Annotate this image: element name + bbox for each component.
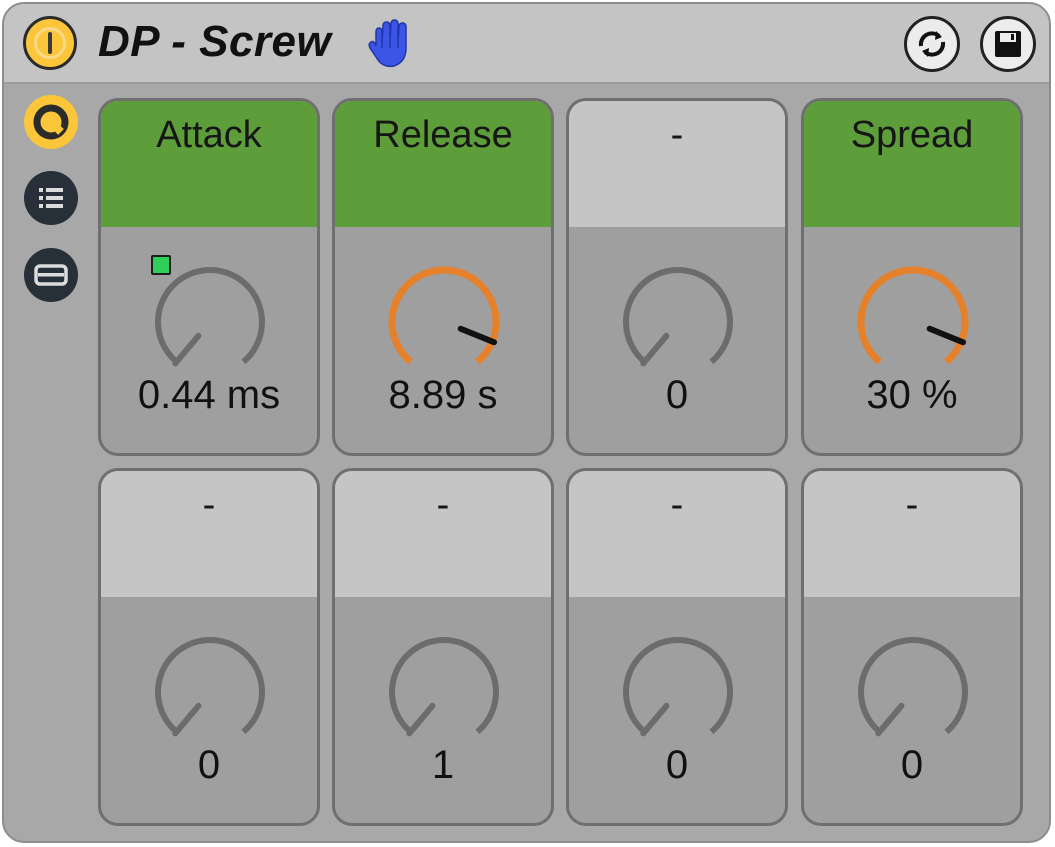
macro-cell: -0 — [801, 468, 1023, 826]
macro-header[interactable]: Spread — [804, 101, 1020, 227]
macro-label: - — [670, 114, 684, 156]
macro-knob[interactable] — [850, 259, 976, 385]
macro-value: 0.44 ms — [137, 373, 281, 417]
macro-knob[interactable] — [615, 259, 741, 385]
macro-cell: Release 8.89 s — [332, 98, 554, 456]
hand-icon[interactable] — [366, 18, 416, 70]
macro-cell: -0 — [98, 468, 320, 826]
panel-icon[interactable] — [23, 247, 79, 303]
macro-knob[interactable] — [615, 629, 741, 755]
macro-knob[interactable] — [147, 259, 273, 385]
knob-track — [623, 637, 733, 735]
knob-track — [858, 637, 968, 735]
macro-label: Release — [373, 114, 513, 156]
macro-label: Spread — [850, 114, 974, 156]
device-title-bar: DP - Screw — [4, 4, 1049, 84]
macro-cell: Attack 0.44 ms — [98, 98, 320, 456]
device-title[interactable]: DP - Screw — [98, 14, 331, 70]
knob-needle — [875, 702, 905, 737]
knob-needle — [172, 332, 202, 367]
refresh-icon[interactable] — [904, 16, 960, 72]
macro-cell: -1 — [332, 468, 554, 826]
list-icon[interactable] — [23, 170, 79, 226]
macro-label: - — [436, 484, 450, 526]
macro-label: - — [202, 484, 216, 526]
macro-label: - — [670, 484, 684, 526]
macro-label: Attack — [156, 114, 262, 156]
knob-needle — [172, 702, 202, 737]
macro-header[interactable]: - — [804, 471, 1020, 597]
knob-track — [155, 637, 265, 735]
power-icon[interactable] — [23, 16, 77, 70]
macro-knob[interactable] — [381, 259, 507, 385]
macro-header[interactable]: - — [335, 471, 551, 597]
macro-label: - — [905, 484, 919, 526]
macro-cell: Spread 30 % — [801, 98, 1023, 456]
macro-value: 0 — [197, 743, 221, 787]
knob-track — [155, 267, 265, 365]
macro-header[interactable]: - — [101, 471, 317, 597]
knob-needle — [926, 325, 967, 346]
knob-needle — [640, 702, 670, 737]
knob-needle — [406, 702, 436, 737]
macro-value: 0 — [665, 743, 689, 787]
macro-header[interactable]: Attack — [101, 101, 317, 227]
macro-value: 8.89 s — [388, 373, 498, 417]
knob-needle — [640, 332, 670, 367]
knob-track — [623, 267, 733, 365]
macro-header[interactable]: - — [569, 471, 785, 597]
macro-value: 0 — [900, 743, 924, 787]
macro-header[interactable]: Release — [335, 101, 551, 227]
macro-knob[interactable] — [147, 629, 273, 755]
knob-track — [857, 266, 969, 365]
knob-track — [388, 266, 500, 365]
macro-knob[interactable] — [381, 629, 507, 755]
knob-view-icon[interactable] — [23, 94, 79, 150]
macro-cell: -0 — [566, 98, 788, 456]
macro-cell: -0 — [566, 468, 788, 826]
knob-needle — [457, 325, 498, 346]
knob-track — [389, 637, 499, 735]
macro-knob[interactable] — [850, 629, 976, 755]
save-icon[interactable] — [980, 16, 1036, 72]
macro-device: DP - Screw Attack 0.44 ms Release 8.89 s… — [2, 2, 1051, 843]
macro-value: 1 — [431, 743, 455, 787]
macro-value: 30 % — [866, 373, 958, 417]
macro-value: 0 — [665, 373, 689, 417]
macro-header[interactable]: - — [569, 101, 785, 227]
